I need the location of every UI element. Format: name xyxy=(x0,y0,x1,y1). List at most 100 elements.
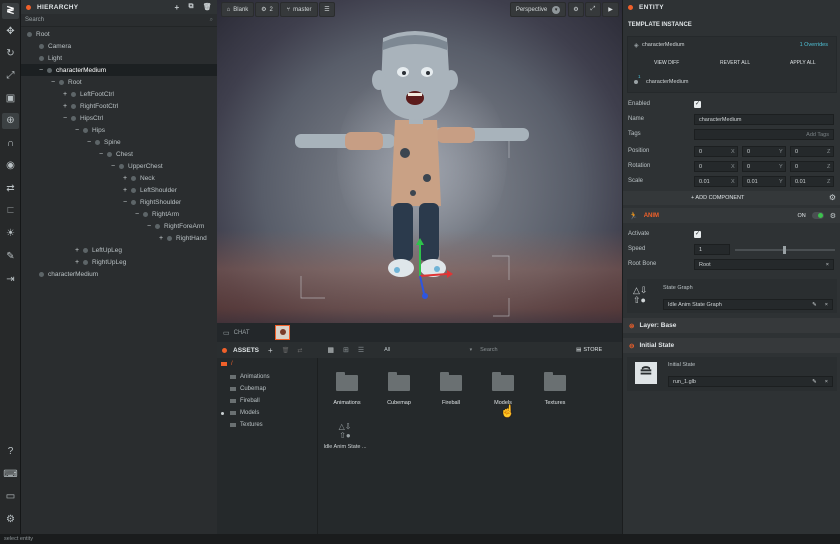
resize-tool-icon[interactable]: ▣ xyxy=(2,91,19,107)
asset-folder[interactable]: Textures xyxy=(529,370,581,410)
collapse-icon[interactable]: − xyxy=(133,211,141,218)
folder-tree-item[interactable]: Animations xyxy=(221,374,270,380)
folder-tree-item[interactable]: Models xyxy=(221,410,259,416)
root-bone-field[interactable]: Root × xyxy=(694,259,834,270)
focus-icon[interactable]: ◉ xyxy=(2,158,19,174)
hierarchy-row[interactable]: + LeftShoulder xyxy=(121,184,177,196)
hierarchy-row[interactable]: − HipsCtrl xyxy=(61,112,103,124)
initial-state-field[interactable]: run_1.glb ✎ × xyxy=(668,376,833,387)
hierarchy-row[interactable]: + RightFootCtrl xyxy=(61,100,118,112)
collapse-icon[interactable]: − xyxy=(109,163,117,170)
asset-folder[interactable]: Fireball xyxy=(425,370,477,410)
store-button[interactable]: ▤ STORE xyxy=(576,347,602,353)
state-graph-field[interactable]: Idle Anim State Graph ✎ × xyxy=(663,299,833,310)
duplicate-icon[interactable]: ⧉ xyxy=(189,3,194,11)
folder-tree-item[interactable]: Textures xyxy=(221,422,263,428)
hierarchy-row[interactable]: characterMedium xyxy=(37,268,98,280)
asset-type-filter[interactable]: All ▾ xyxy=(384,345,472,355)
translate-tool-icon[interactable]: ✥ xyxy=(2,24,19,40)
add-component-button[interactable]: + ADD COMPONENT xyxy=(691,195,744,201)
layer-base-header[interactable]: ⊜ Layer: Base xyxy=(623,318,840,333)
entity-gear-icon[interactable]: ⚙ xyxy=(829,193,836,202)
grid-view-large-icon[interactable]: ▦ xyxy=(327,346,334,354)
speed-field[interactable]: 1 xyxy=(694,244,730,255)
folder-tree-item[interactable]: Cubemap xyxy=(221,386,266,392)
asset-folder[interactable]: Cubemap xyxy=(373,370,425,410)
expand-icon[interactable]: + xyxy=(73,247,81,254)
hierarchy-row[interactable]: − Chest xyxy=(97,148,133,160)
collapse-icon[interactable]: − xyxy=(49,79,57,86)
hierarchy-row[interactable]: Camera xyxy=(37,40,71,52)
view-diff-button[interactable]: VIEW DIFF xyxy=(654,60,679,66)
apply-all-button[interactable]: APPLY ALL xyxy=(790,60,816,66)
hierarchy-row[interactable]: + RightHand xyxy=(157,232,207,244)
settings-icon[interactable]: ⚙ xyxy=(2,512,19,528)
branch-button[interactable]: ⑂ master xyxy=(280,2,318,17)
expand-icon[interactable]: + xyxy=(61,91,69,98)
anim-state-graph-asset[interactable]: △⇩ ⇧● Idle Anim State ... xyxy=(319,420,371,460)
lightmap-icon[interactable]: ⊏ xyxy=(2,203,19,219)
expand-icon[interactable]: + xyxy=(157,235,165,242)
hierarchy-row[interactable]: Light xyxy=(37,52,62,64)
expand-icon[interactable]: + xyxy=(121,175,129,182)
viewport[interactable]: ⌂ Blank ⚙ 2 ⑂ master ☰ Perspective ▾ ⚙ ⤢… xyxy=(217,0,622,342)
hierarchy-row[interactable]: + LeftFootCtrl xyxy=(61,88,114,100)
hierarchy-row[interactable]: Root xyxy=(25,28,50,40)
edit-icon[interactable]: ✎ xyxy=(812,302,817,308)
add-entity-icon[interactable]: + xyxy=(175,3,180,12)
menu-button[interactable]: ☰ xyxy=(319,2,335,17)
delete-asset-icon[interactable]: 🗑 xyxy=(282,347,290,354)
instance-name[interactable]: characterMedium xyxy=(646,79,689,85)
hierarchy-row[interactable]: − RightForeArm xyxy=(145,220,205,232)
hierarchy-search[interactable]: Search ⌕ xyxy=(21,14,217,27)
close-icon[interactable]: × xyxy=(825,379,828,385)
revert-all-button[interactable]: REVERT ALL xyxy=(720,60,750,66)
hierarchy-row[interactable]: − Hips xyxy=(73,124,105,136)
undo-redo-icon[interactable]: ⇄ xyxy=(2,181,19,197)
activate-checkbox[interactable]: ✓ xyxy=(694,231,701,238)
chat-icon[interactable]: ▭ xyxy=(2,489,19,505)
assets-search-input[interactable]: Search xyxy=(480,347,576,353)
collapse-icon[interactable]: − xyxy=(73,127,81,134)
asset-folder[interactable]: Animations xyxy=(321,370,373,410)
camera-select[interactable]: Perspective ▾ xyxy=(510,2,566,17)
collapse-icon[interactable]: − xyxy=(145,223,153,230)
speed-slider[interactable] xyxy=(735,246,835,254)
viewport-settings-button[interactable]: ⚙ xyxy=(568,2,584,17)
hierarchy-row[interactable]: + LeftUpLeg xyxy=(73,244,122,256)
launch-icon[interactable]: ⇥ xyxy=(2,272,19,288)
fullscreen-button[interactable]: ⤢ xyxy=(585,2,601,17)
add-asset-icon[interactable]: + xyxy=(268,346,273,355)
speed-slider-handle[interactable] xyxy=(783,246,786,254)
rotate-tool-icon[interactable]: ↻ xyxy=(2,46,19,62)
hierarchy-row[interactable]: − UpperChest xyxy=(109,160,163,172)
users-button[interactable]: ⚙ 2 xyxy=(255,2,279,17)
collapse-icon[interactable]: − xyxy=(61,115,69,122)
folder-tree-item[interactable]: Fireball xyxy=(221,398,260,404)
collapse-icon[interactable]: − xyxy=(121,199,129,206)
tree-root[interactable]: / xyxy=(221,361,233,367)
template-name[interactable]: characterMedium xyxy=(642,42,685,48)
expand-icon[interactable]: + xyxy=(61,103,69,110)
initial-state-header[interactable]: ⊖ Initial State xyxy=(623,338,840,353)
chat-bar[interactable]: ▭ CHAT xyxy=(217,323,622,342)
expand-icon[interactable]: + xyxy=(73,259,81,266)
close-icon[interactable]: × xyxy=(825,302,828,308)
grid-view-small-icon[interactable]: ⊞ xyxy=(343,346,349,354)
bake-icon[interactable]: ☀ xyxy=(2,226,19,242)
collapse-icon[interactable]: − xyxy=(85,139,93,146)
collapse-icon[interactable]: − xyxy=(97,151,105,158)
scene-button[interactable]: ⌂ Blank xyxy=(221,2,254,17)
collapse-icon[interactable]: − xyxy=(37,67,45,74)
delete-icon[interactable]: 🗑 xyxy=(203,3,212,11)
tags-field[interactable]: Add Tags xyxy=(694,129,834,140)
play-button[interactable]: ▶ xyxy=(602,2,619,17)
character-model[interactable] xyxy=(287,28,537,318)
close-icon[interactable]: × xyxy=(826,262,829,268)
hierarchy-search-input[interactable]: Search xyxy=(25,17,44,23)
hierarchy-row[interactable]: − Spine xyxy=(85,136,121,148)
hierarchy-row[interactable]: − RightArm xyxy=(133,208,179,220)
anim-toggle[interactable] xyxy=(811,212,824,219)
enabled-checkbox[interactable]: ✓ xyxy=(694,101,701,108)
hierarchy-row[interactable]: − RightShoulder xyxy=(121,196,181,208)
